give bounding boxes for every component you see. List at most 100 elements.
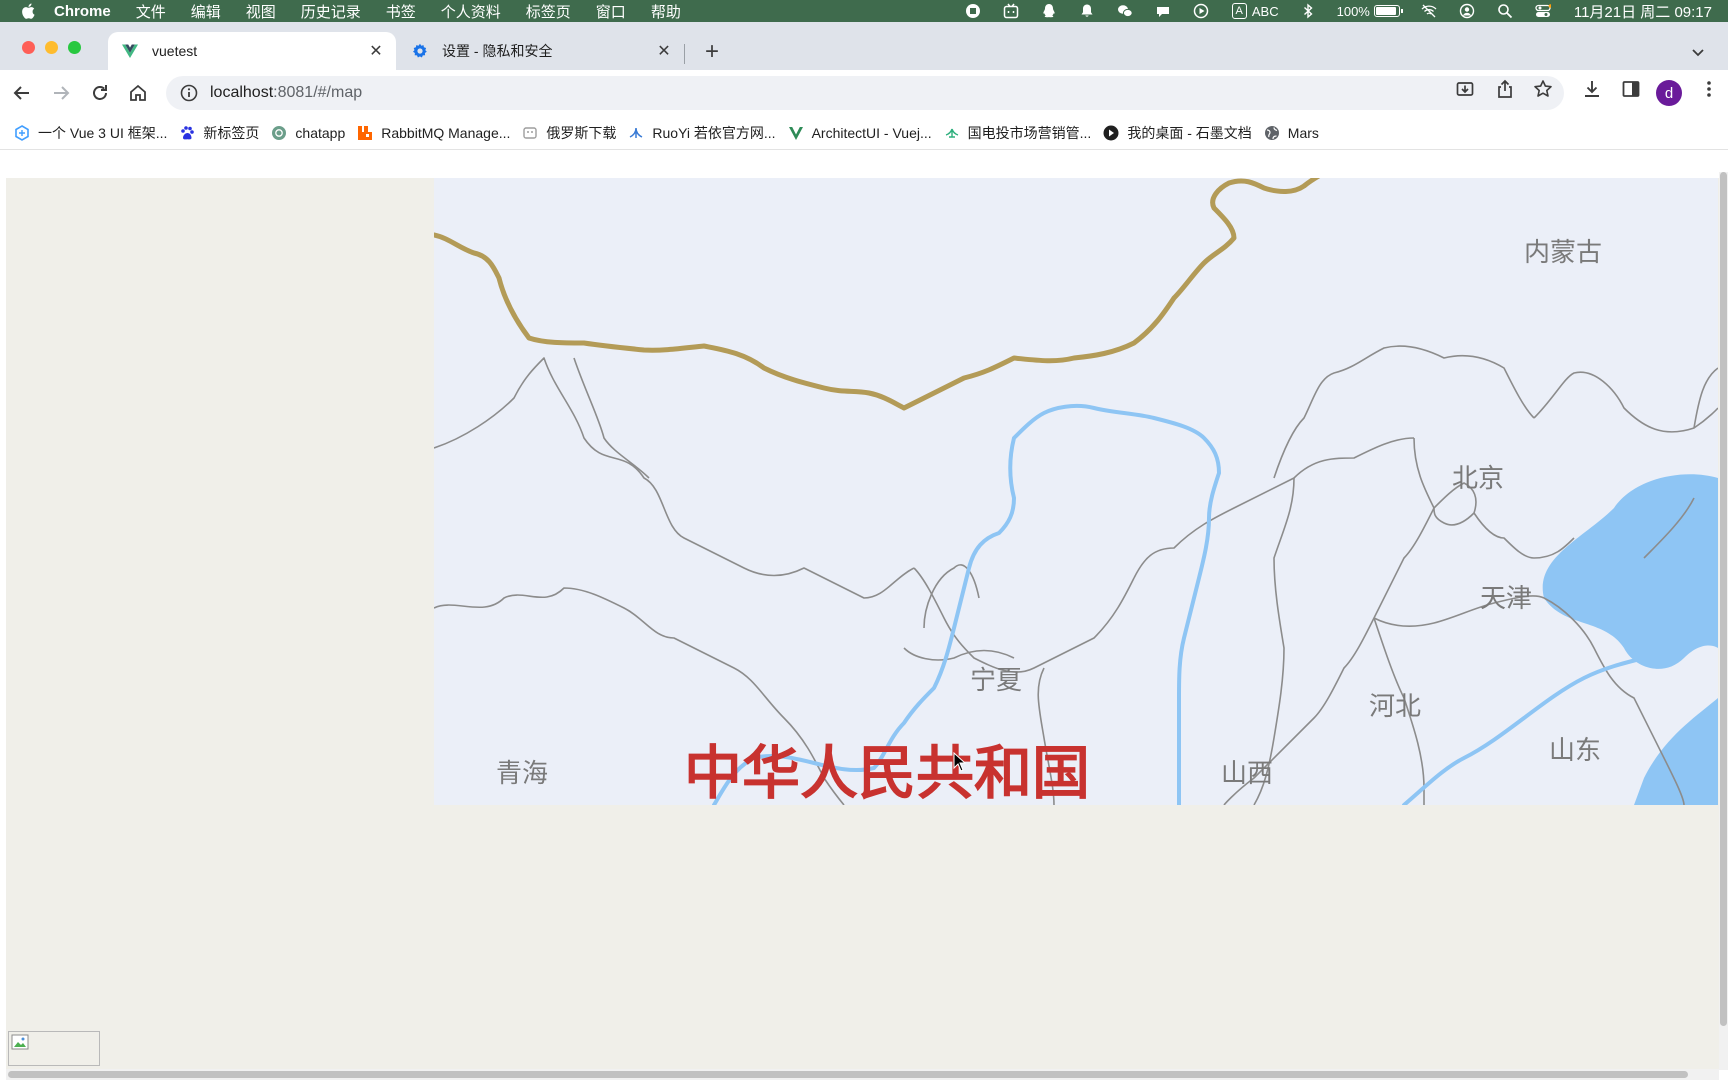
share-icon[interactable] [1494, 78, 1516, 100]
bookmark-item[interactable]: RuoYi 若依官方网... [628, 123, 776, 143]
bookmark-label: 新标签页 [203, 124, 260, 141]
shimo-icon [1103, 125, 1119, 141]
horizontal-scrollbar-thumb[interactable] [8, 1071, 1688, 1078]
wifi-off-icon[interactable] [1420, 3, 1438, 19]
bell-icon[interactable] [1078, 3, 1096, 19]
horizontal-scrollbar[interactable] [6, 1069, 1719, 1080]
globe-icon [1264, 125, 1280, 141]
back-arrow-icon[interactable] [10, 81, 34, 105]
control-center-icon[interactable] [1534, 3, 1552, 19]
menu-tabs[interactable]: 标签页 [526, 1, 571, 22]
install-app-icon[interactable] [1454, 78, 1476, 100]
menu-window[interactable]: 窗口 [596, 1, 626, 22]
bilibili-tv-icon[interactable] [1002, 3, 1020, 19]
tab-vuetest[interactable]: vuetest ✕ [108, 32, 396, 70]
chatgpt-icon [271, 125, 287, 141]
bookmark-item[interactable]: 一个 Vue 3 UI 框架... [14, 123, 167, 143]
bookmark-item[interactable]: 国电投市场营销管... [944, 123, 1092, 143]
home-icon[interactable] [126, 81, 150, 105]
tab-settings-privacy[interactable]: 设置 - 隐私和安全 ✕ [398, 32, 684, 70]
province-border [903, 647, 1015, 661]
bookmark-label: 俄罗斯下载 [546, 124, 617, 141]
site-info-icon[interactable] [180, 84, 198, 102]
downloads-icon[interactable] [1581, 78, 1603, 100]
bookmark-label: Mars [1287, 124, 1319, 141]
window-close-button[interactable] [22, 41, 35, 54]
window-minimize-button[interactable] [45, 41, 58, 54]
menu-edit[interactable]: 编辑 [191, 1, 221, 22]
url-path: :8081/#/map [273, 84, 363, 101]
vue-logo-icon [788, 125, 804, 141]
tab-close-icon[interactable]: ✕ [366, 41, 386, 61]
macos-menu-bar: Chrome 文件 编辑 视图 历史记录 书签 个人资料 标签页 窗口 帮助 A… [0, 0, 1728, 22]
apple-logo-icon[interactable] [20, 2, 38, 20]
menu-file[interactable]: 文件 [136, 1, 166, 22]
battery-percent: 100% [1336, 3, 1370, 19]
vertical-scrollbar-thumb[interactable] [1720, 172, 1727, 1026]
menu-app-chrome[interactable]: Chrome [54, 3, 111, 20]
province-border [1223, 437, 1435, 805]
bookmark-label: 国电投市场营销管... [967, 124, 1092, 141]
side-panel-icon[interactable] [1620, 78, 1642, 100]
bookmark-label: ArchitectUI - Vuej... [811, 124, 932, 141]
bookmark-item[interactable]: Mars [1264, 125, 1319, 141]
menu-profiles[interactable]: 个人资料 [441, 1, 501, 22]
battery-level-fill [1375, 7, 1396, 15]
broken-image-icon [11, 1034, 29, 1050]
cloud-message-icon[interactable] [1154, 3, 1172, 19]
map-label-tianjin: 天津 [1480, 584, 1533, 614]
new-tab-plus-icon[interactable]: + [700, 38, 724, 65]
map-label-shanxi: 山西 [1221, 759, 1274, 789]
tab-title: vuetest [152, 43, 198, 59]
menu-help[interactable]: 帮助 [651, 1, 681, 22]
broken-image-placeholder [8, 1031, 100, 1066]
address-bar[interactable]: localhost:8081/#/map [166, 76, 1564, 110]
province-border [1473, 512, 1575, 559]
menubar-clock[interactable]: 11月21日 周二 09:17 [1574, 1, 1712, 22]
bookmark-item[interactable]: 新标签页 [179, 123, 259, 143]
river-tributary [1402, 656, 1646, 805]
battery-indicator[interactable]: 100% [1336, 3, 1403, 19]
forward-arrow-icon[interactable] [49, 81, 73, 105]
menu-bookmarks[interactable]: 书签 [386, 1, 416, 22]
bookmark-star-icon[interactable] [1532, 78, 1554, 100]
map-canvas [434, 178, 1718, 805]
province-border [1533, 371, 1718, 433]
province-border [573, 357, 650, 479]
mouse-pointer-icon [953, 752, 967, 772]
wechat-icon[interactable] [1116, 3, 1134, 19]
browser-tab-strip: vuetest ✕ 设置 - 隐私和安全 ✕ + [0, 22, 1728, 70]
user-account-icon[interactable] [1458, 3, 1476, 19]
profile-avatar[interactable]: d [1656, 80, 1682, 106]
reload-icon[interactable] [88, 81, 112, 105]
record-stop-icon[interactable] [964, 3, 982, 19]
map-label-beijing: 北京 [1452, 464, 1505, 494]
input-method-indicator[interactable]: A ABC [1231, 3, 1279, 19]
spotlight-search-icon[interactable] [1496, 3, 1514, 19]
qq-penguin-icon[interactable] [1040, 3, 1058, 19]
tab-search-chevron-down-icon[interactable] [1686, 40, 1710, 64]
bookmark-item[interactable]: ArchitectUI - Vuej... [788, 125, 932, 141]
map-label-ningxia: 宁夏 [970, 666, 1023, 696]
more-menu-vertical-dots-icon[interactable] [1698, 78, 1720, 100]
bookmark-label: 我的桌面 - 石墨文档 [1127, 124, 1252, 141]
browser-toolbar: localhost:8081/#/map d [0, 70, 1728, 116]
bookmark-item[interactable]: 俄罗斯下载 [522, 123, 616, 143]
window-fullscreen-button[interactable] [68, 41, 81, 54]
tab-close-icon[interactable]: ✕ [654, 41, 674, 61]
russia-site-icon [522, 125, 538, 141]
menu-history[interactable]: 历史记录 [301, 1, 361, 22]
tab-title: 设置 - 隐私和安全 [442, 43, 553, 59]
play-circle-icon[interactable] [1192, 3, 1210, 19]
menu-view[interactable]: 视图 [246, 1, 276, 22]
map-viewport[interactable]: 内蒙古 北京 天津 宁夏 河北 青海 山西 山东 中华人民共和国 [434, 178, 1718, 805]
bookmark-item[interactable]: RabbitMQ Manage... [357, 125, 510, 141]
bookmark-item[interactable]: chatapp [271, 125, 345, 141]
yellow-sea [1634, 698, 1718, 805]
ruoyi-leaf-icon [628, 125, 644, 141]
bookmark-item[interactable]: 我的桌面 - 石墨文档 [1103, 123, 1252, 143]
baidu-paw-icon [179, 125, 195, 141]
vertical-scrollbar[interactable] [1719, 172, 1728, 1070]
input-method-label: ABC [1251, 3, 1279, 19]
bluetooth-icon[interactable] [1299, 3, 1317, 19]
